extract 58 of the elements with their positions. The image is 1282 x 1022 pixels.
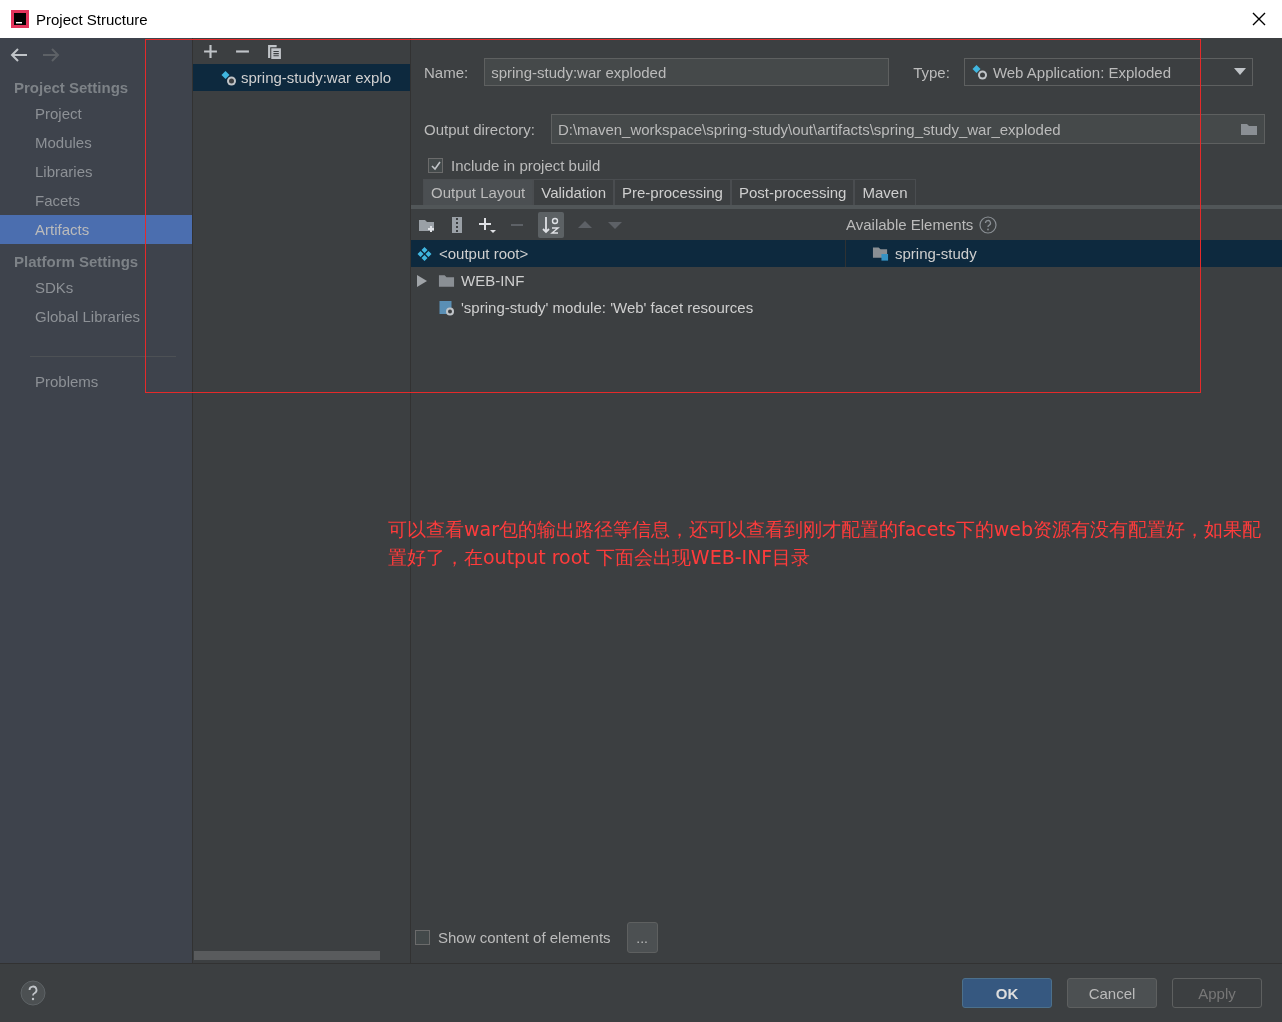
app-logo-icon <box>10 9 30 29</box>
tree-row[interactable]: spring-study <box>846 240 1282 267</box>
type-dropdown[interactable]: Web Application: Exploded <box>963 58 1253 86</box>
output-directory-value: D:\maven_workspace\spring-study\out\artifacts\spring_study_war_exploded <box>557 120 1062 138</box>
section-heading: Platform Settings <box>13 252 140 272</box>
help-icon[interactable] <box>979 215 998 234</box>
sidebar-item[interactable]: Problems <box>0 367 192 396</box>
tree-row[interactable]: 'spring-study' module: 'Web' facet resources <box>411 294 845 321</box>
sidebar-item[interactable]: SDKs <box>0 273 192 302</box>
dialog-button[interactable]: OK <box>962 978 1052 1008</box>
copy-icon[interactable] <box>267 44 282 59</box>
close-icon[interactable] <box>1252 12 1266 26</box>
module-folder-icon <box>872 245 889 262</box>
type-value: Web Application: Exploded <box>992 63 1173 81</box>
section-heading: Project Settings <box>13 78 130 98</box>
sidebar-item[interactable]: Artifacts <box>0 215 192 244</box>
tree-label: 'spring-study' module: 'Web' facet resources <box>461 299 754 316</box>
artifact-item[interactable]: spring-study:war explo <box>193 64 410 91</box>
include-checkbox[interactable] <box>428 158 443 173</box>
dropdown-arrow-icon <box>1233 68 1246 76</box>
expand-arrow-icon[interactable] <box>417 274 427 287</box>
add-icon[interactable] <box>203 44 218 59</box>
annotation-note: 可以查看war包的输出路径等信息，还可以查看到刚才配置的facets下的web资源有没有配置好，如果配置好了，在output root 下面会出现WEB-INF目录 <box>388 517 1263 570</box>
folder-icon <box>438 272 455 289</box>
available-elements-label: Available Elements <box>846 216 974 233</box>
artifact-label: spring-study:war explo <box>241 69 392 86</box>
tree-label: WEB-INF <box>461 272 525 289</box>
window-title: Project Structure <box>36 10 148 28</box>
back-arrow-icon[interactable] <box>10 48 28 62</box>
output-directory-field[interactable]: D:\maven_workspace\spring-study\out\artifacts\spring_study_war_exploded <box>550 114 1265 144</box>
tree-label: <output root> <box>439 245 529 262</box>
output-directory-label: Output directory: <box>424 120 535 138</box>
tree-label: spring-study <box>895 245 977 262</box>
tab[interactable]: Output Layout <box>423 179 534 205</box>
add-dropdown-icon[interactable] <box>478 215 496 234</box>
name-field[interactable]: spring-study:war exploded <box>484 58 890 86</box>
help-icon[interactable] <box>20 980 46 1006</box>
sidebar-item[interactable]: Facets <box>0 186 192 215</box>
include-label: Include in project build <box>451 157 601 174</box>
more-button[interactable]: ... <box>626 922 658 953</box>
sidebar-item[interactable]: Project <box>0 99 192 128</box>
artifact-root-icon <box>416 245 433 262</box>
show-content-checkbox[interactable] <box>415 930 430 945</box>
sidebar-item[interactable]: Global Libraries <box>0 302 192 331</box>
web-artifact-icon <box>220 69 237 86</box>
show-content-label: Show content of elements <box>438 929 611 946</box>
folder-icon[interactable] <box>1240 122 1258 136</box>
sidebar-item[interactable]: Modules <box>0 128 192 157</box>
web-resource-icon <box>438 299 455 316</box>
name-label: Name: <box>424 63 469 81</box>
type-label: Type: <box>913 63 950 81</box>
tree-row[interactable]: <output root> <box>411 240 845 267</box>
horizontal-scrollbar[interactable] <box>194 951 380 960</box>
sort-icon[interactable] <box>538 211 564 238</box>
sidebar-item[interactable]: Libraries <box>0 157 192 186</box>
dialog-button[interactable]: Cancel <box>1067 978 1157 1008</box>
tree-row[interactable]: WEB-INF <box>411 267 845 294</box>
web-artifact-icon <box>970 64 988 80</box>
